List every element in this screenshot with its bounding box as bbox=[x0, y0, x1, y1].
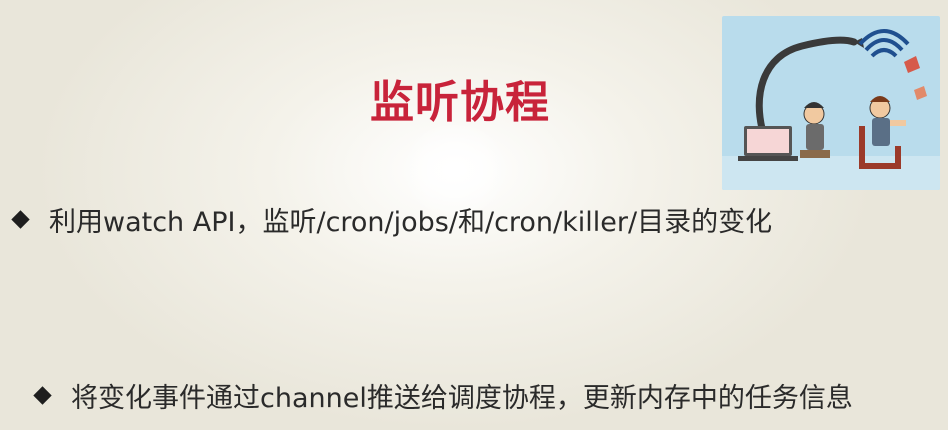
presentation-slide: 监听协程 利用watch API，监听/cron/jobs/和/cron/kil… bbox=[0, 0, 948, 430]
bullet-text-2: 将变化事件通过channel推送给调度协程，更新内存中的任务信息 bbox=[71, 383, 853, 414]
bullet-text-1: 利用watch API，监听/cron/jobs/和/cron/killer/目… bbox=[49, 207, 773, 238]
diamond-bullet-icon bbox=[11, 210, 30, 229]
eavesdropping-illustration bbox=[722, 16, 940, 190]
bullet-item-2: 将变化事件通过channel推送给调度协程，更新内存中的任务信息 bbox=[30, 376, 853, 415]
diamond-bullet-icon bbox=[33, 386, 52, 405]
slide-title: 监听协程 bbox=[370, 77, 550, 128]
bullet-item-1: 利用watch API，监听/cron/jobs/和/cron/killer/目… bbox=[8, 200, 772, 239]
